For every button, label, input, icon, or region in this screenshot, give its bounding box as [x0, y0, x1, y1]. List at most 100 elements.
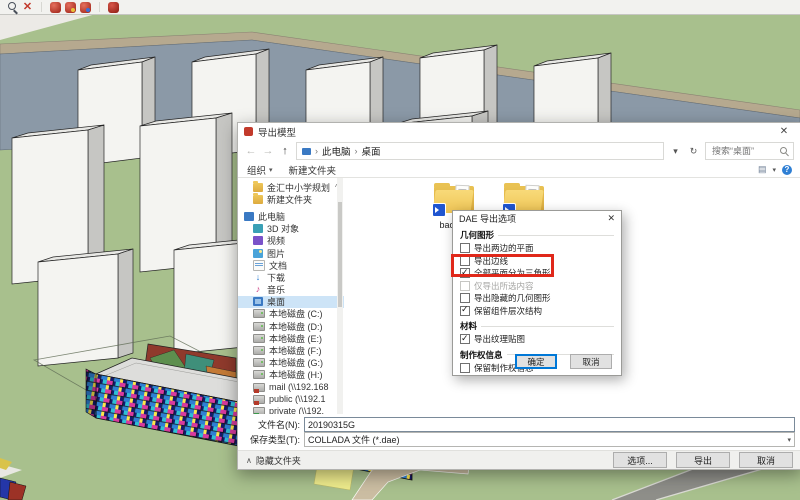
address-dropdown-icon[interactable]: ▾ [669, 146, 682, 157]
dialog-title: 导出模型 [258, 125, 296, 139]
dae-option-row: 导出纹理贴图 [460, 333, 614, 346]
new-folder-button[interactable]: 新建文件夹 [289, 163, 337, 177]
zoom-icon[interactable] [7, 2, 18, 13]
refresh-icon[interactable]: ↻ [687, 146, 700, 157]
organize-menu[interactable]: 组织 ▾ [247, 163, 273, 177]
sidebar-item[interactable]: 本地磁盘 (H:) [238, 369, 344, 381]
sidebar-item[interactable]: 桌面 [238, 296, 344, 308]
navigation-bar: ← → ↑ ›此电脑›桌面 ▾ ↻ [238, 140, 800, 162]
checkbox-icon[interactable] [460, 293, 470, 303]
dae-option-label: 导出隐藏的几何图形 [474, 292, 551, 304]
savetype-select[interactable]: COLLADA 文件 (*.dae) ▾ [304, 432, 795, 447]
sidebar-scrollbar[interactable] [337, 178, 343, 417]
back-icon[interactable]: ← [245, 145, 257, 157]
sidebar-item[interactable]: public (\\192.1 [238, 393, 344, 405]
file-fields: 文件名(N): 保存类型(T): COLLADA 文件 (*.dae) ▾ [238, 414, 800, 451]
close-icon[interactable]: ✕ [773, 126, 795, 137]
plugin-icon-1[interactable] [50, 2, 61, 13]
checkbox-icon[interactable] [460, 363, 470, 373]
close-icon[interactable]: ✕ [607, 213, 615, 224]
search-input[interactable] [710, 145, 780, 157]
app-overlay-icon [432, 203, 446, 217]
search-icon [780, 147, 789, 156]
sidebar-item[interactable]: 3D 对象 [238, 223, 344, 235]
desktop-icon [253, 297, 263, 306]
drive-icon [253, 370, 265, 379]
filename-input[interactable] [304, 417, 795, 432]
sidebar-item[interactable]: 本地磁盘 (E:) [238, 332, 344, 344]
sidebar-item[interactable]: 文档 [238, 259, 344, 271]
sidebar-item-label: 桌面 [267, 296, 285, 308]
checkbox-icon[interactable] [460, 306, 470, 316]
video-icon [253, 236, 263, 245]
dae-section-header: 材料 [460, 320, 614, 332]
command-bar: 组织 ▾ 新建文件夹 ▤ ▾ ? [238, 162, 800, 178]
sidebar-item[interactable]: ↓下载 [238, 271, 344, 283]
search-box[interactable] [705, 142, 794, 160]
address-bar[interactable]: ›此电脑›桌面 [296, 142, 664, 160]
network-drive-red-icon [253, 383, 265, 392]
document-icon [253, 260, 265, 271]
sidebar-item[interactable]: 本地磁盘 (D:) [238, 320, 344, 332]
sidebar-item[interactable]: 本地磁盘 (G:) [238, 357, 344, 369]
dae-option-label: 导出两边的平面 [474, 242, 534, 254]
chevron-up-icon: ∧ [246, 456, 252, 465]
hide-folders-toggle[interactable]: ∧ 隐藏文件夹 [246, 454, 301, 467]
sketchup-app-icon [244, 127, 253, 136]
breadcrumb: ›此电脑›桌面 [315, 144, 381, 158]
pc-mini-icon [302, 148, 311, 155]
sidebar-item-label: 图片 [267, 247, 285, 259]
music-icon: ♪ [253, 285, 263, 294]
sidebar-item[interactable]: mail (\\192.168 [238, 381, 344, 393]
checkbox-icon[interactable] [460, 243, 470, 253]
export-button[interactable]: 导出 [676, 452, 730, 468]
checkbox-icon[interactable] [460, 334, 470, 344]
sidebar-item[interactable]: 新建文件夹 [238, 193, 344, 205]
dae-cancel-button[interactable]: 取消 [570, 354, 612, 369]
view-dropdown-icon[interactable]: ▾ [772, 166, 776, 174]
sidebar-item-label: 本地磁盘 (E:) [269, 332, 322, 344]
options-button[interactable]: 选项... [613, 452, 667, 468]
plugin-icon-2[interactable] [65, 2, 76, 13]
help-icon[interactable]: ? [782, 165, 792, 175]
plugin-icon-3[interactable] [80, 2, 91, 13]
sidebar-item[interactable]: 本地磁盘 (C:) [238, 308, 344, 320]
forward-icon[interactable]: → [262, 145, 274, 157]
breadcrumb-separator: › [315, 146, 318, 156]
sidebar-item-label: 3D 对象 [267, 223, 299, 235]
breadcrumb-segment[interactable]: 桌面 [362, 144, 381, 158]
cancel-button[interactable]: 取消 [739, 452, 793, 468]
toolbar-separator [41, 2, 42, 12]
view-mode-icon[interactable]: ▤ [758, 164, 767, 175]
network-drive-red-icon [253, 395, 265, 404]
plugin-icon-4[interactable] [108, 2, 119, 13]
sidebar-item-label: 本地磁盘 (D:) [269, 320, 323, 332]
sidebar-item[interactable]: 本地磁盘 (F:) [238, 344, 344, 356]
sidebar-item-label: 音乐 [267, 284, 285, 296]
sidebar-item[interactable]: 图片 [238, 247, 344, 259]
drive-icon [253, 346, 265, 355]
breadcrumb-segment[interactable]: 此电脑 [322, 144, 351, 158]
cancel-cross-icon[interactable]: ✕ [22, 2, 33, 13]
ok-button[interactable]: 确定 [515, 354, 557, 369]
chevron-down-icon: ▾ [269, 166, 273, 174]
sidebar-item-label: 此电脑 [258, 210, 285, 222]
sidebar-item-label: 本地磁盘 (C:) [269, 308, 323, 320]
dae-option-row: 仅导出所选内容 [460, 280, 614, 293]
pc-icon [244, 212, 254, 221]
sidebar-item[interactable]: ♪ 音乐 [238, 284, 344, 296]
dae-title-bar: DAE 导出选项 ✕ [453, 211, 621, 226]
sidebar-item-label: 下载 [267, 271, 285, 283]
sidebar-nav-pane: 金汇中小学规划^新建文件夹此电脑3D 对象视频图片文档↓下载♪音乐桌面本地磁盘 … [238, 178, 344, 417]
dialog-title-bar: 导出模型 ✕ [238, 123, 800, 140]
sidebar-item[interactable]: 视频 [238, 235, 344, 247]
scrollbar-thumb[interactable] [338, 202, 342, 307]
dae-options-dialog: DAE 导出选项 ✕ 几何图形导出两边的平面导出边线全部平面分为三角形仅导出所选… [452, 210, 622, 376]
up-icon[interactable]: ↑ [279, 145, 291, 157]
folder-icon [253, 183, 263, 192]
sidebar-item-label: 本地磁盘 (F:) [269, 344, 322, 356]
sidebar-item[interactable]: 金汇中小学规划^ [238, 181, 344, 193]
sidebar-item[interactable]: 此电脑 [238, 210, 344, 222]
drive-icon [253, 358, 265, 367]
dae-option-label: 导出纹理贴图 [474, 333, 525, 345]
